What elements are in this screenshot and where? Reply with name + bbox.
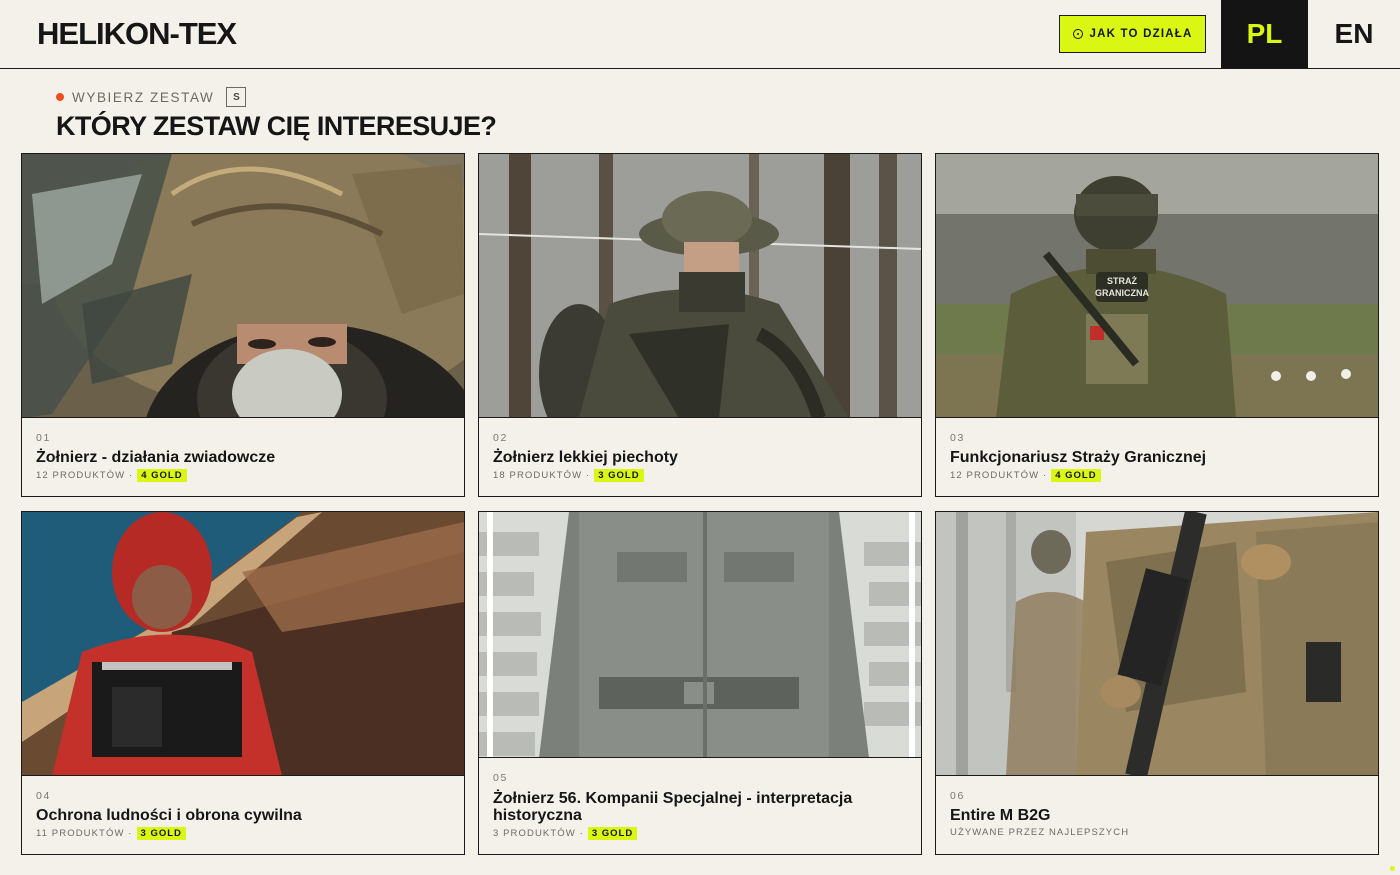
border-guard-back-photo: STRAŻ GRANICZNA: [936, 154, 1378, 418]
card-number: 02: [493, 432, 508, 444]
camouflaged-scout-photo: [22, 154, 464, 418]
card-title: Żołnierz - działania zwiadowcze: [36, 449, 276, 466]
svg-text:STRAŻ: STRAŻ: [1107, 276, 1137, 286]
keyboard-shortcut-badge: S: [226, 87, 247, 107]
product-count: 3 PRODUKTÓW ·: [493, 828, 584, 839]
card-title: Żołnierz 56. Kompanii Specjalnej - inter…: [493, 790, 853, 824]
brand-logo[interactable]: HELIKON-TEX: [37, 16, 237, 52]
how-it-works-button[interactable]: JAK TO DZIAŁA: [1059, 15, 1206, 53]
status-dot-icon: [56, 93, 64, 101]
svg-text:GRANICZNA: GRANICZNA: [1095, 288, 1149, 298]
soldier-rifle-snow-photo: [936, 512, 1378, 776]
kit-card-1[interactable]: 01 Żołnierz - działania zwiadowcze 12 PR…: [21, 153, 465, 497]
historical-uniform-photo: [479, 512, 921, 758]
card-number: 03: [950, 432, 965, 444]
top-bar: HELIKON-TEX JAK TO DZIAŁA PL EN: [0, 0, 1400, 69]
card-meta: UŻYWANE PRZEZ NAJLEPSZYCH: [950, 827, 1129, 838]
product-count: 12 PRODUKTÓW ·: [950, 470, 1048, 481]
card-number: 05: [493, 772, 508, 784]
product-count: 11 PRODUKTÓW ·: [36, 828, 133, 839]
indicator-dot-icon: [1390, 866, 1395, 871]
card-meta: 11 PRODUKTÓW · 3 GOLD: [36, 827, 186, 840]
kit-card-4[interactable]: 04 Ochrona ludności i obrona cywilna 11 …: [21, 511, 465, 855]
card-meta: 3 PRODUKTÓW · 3 GOLD: [493, 827, 638, 840]
language-en-button[interactable]: EN: [1308, 0, 1400, 68]
card-title: Żołnierz lekkiej piechoty: [493, 449, 678, 466]
language-pl-button[interactable]: PL: [1221, 0, 1308, 68]
product-count: 18 PRODUKTÓW ·: [493, 470, 591, 481]
gold-badge: 3 GOLD: [136, 827, 186, 840]
infantry-soldier-forest-photo: [479, 154, 921, 418]
card-title: Ochrona ludności i obrona cywilna: [36, 807, 302, 824]
card-number: 06: [950, 790, 965, 802]
kit-card-3[interactable]: STRAŻ GRANICZNA 03 Funkcjonariusz Straży…: [935, 153, 1379, 497]
gold-badge: 4 GOLD: [137, 469, 187, 482]
card-number: 01: [36, 432, 51, 444]
card-title: Entire M B2G: [950, 807, 1051, 824]
card-meta: 12 PRODUKTÓW · 4 GOLD: [950, 469, 1101, 482]
kit-card-5[interactable]: 05 Żołnierz 56. Kompanii Specjalnej - in…: [478, 511, 922, 855]
gold-badge: 3 GOLD: [594, 469, 644, 482]
section-eyebrow: WYBIERZ ZESTAW S: [56, 87, 247, 107]
kit-card-6[interactable]: 06 Entire M B2G UŻYWANE PRZEZ NAJLEPSZYC…: [935, 511, 1379, 855]
card-number: 04: [36, 790, 51, 802]
product-count: 12 PRODUKTÓW ·: [36, 470, 134, 481]
card-meta: 12 PRODUKTÓW · 4 GOLD: [36, 469, 187, 482]
kit-card-2[interactable]: 02 Żołnierz lekkiej piechoty 18 PRODUKTÓ…: [478, 153, 922, 497]
card-title: Funkcjonariusz Straży Granicznej: [950, 449, 1207, 466]
civil-defence-red-jacket-photo: [22, 512, 464, 776]
gold-badge: 4 GOLD: [1051, 469, 1101, 482]
gold-badge: 3 GOLD: [587, 827, 638, 840]
eyebrow-label: WYBIERZ ZESTAW: [72, 89, 215, 105]
page-title: KTÓRY ZESTAW CIĘ INTERESUJE?: [56, 111, 497, 141]
card-meta: 18 PRODUKTÓW · 3 GOLD: [493, 469, 644, 482]
how-it-works-label: JAK TO DZIAŁA: [1089, 28, 1193, 40]
card-subtitle: UŻYWANE PRZEZ NAJLEPSZYCH: [950, 827, 1130, 838]
info-icon: [1072, 29, 1083, 39]
